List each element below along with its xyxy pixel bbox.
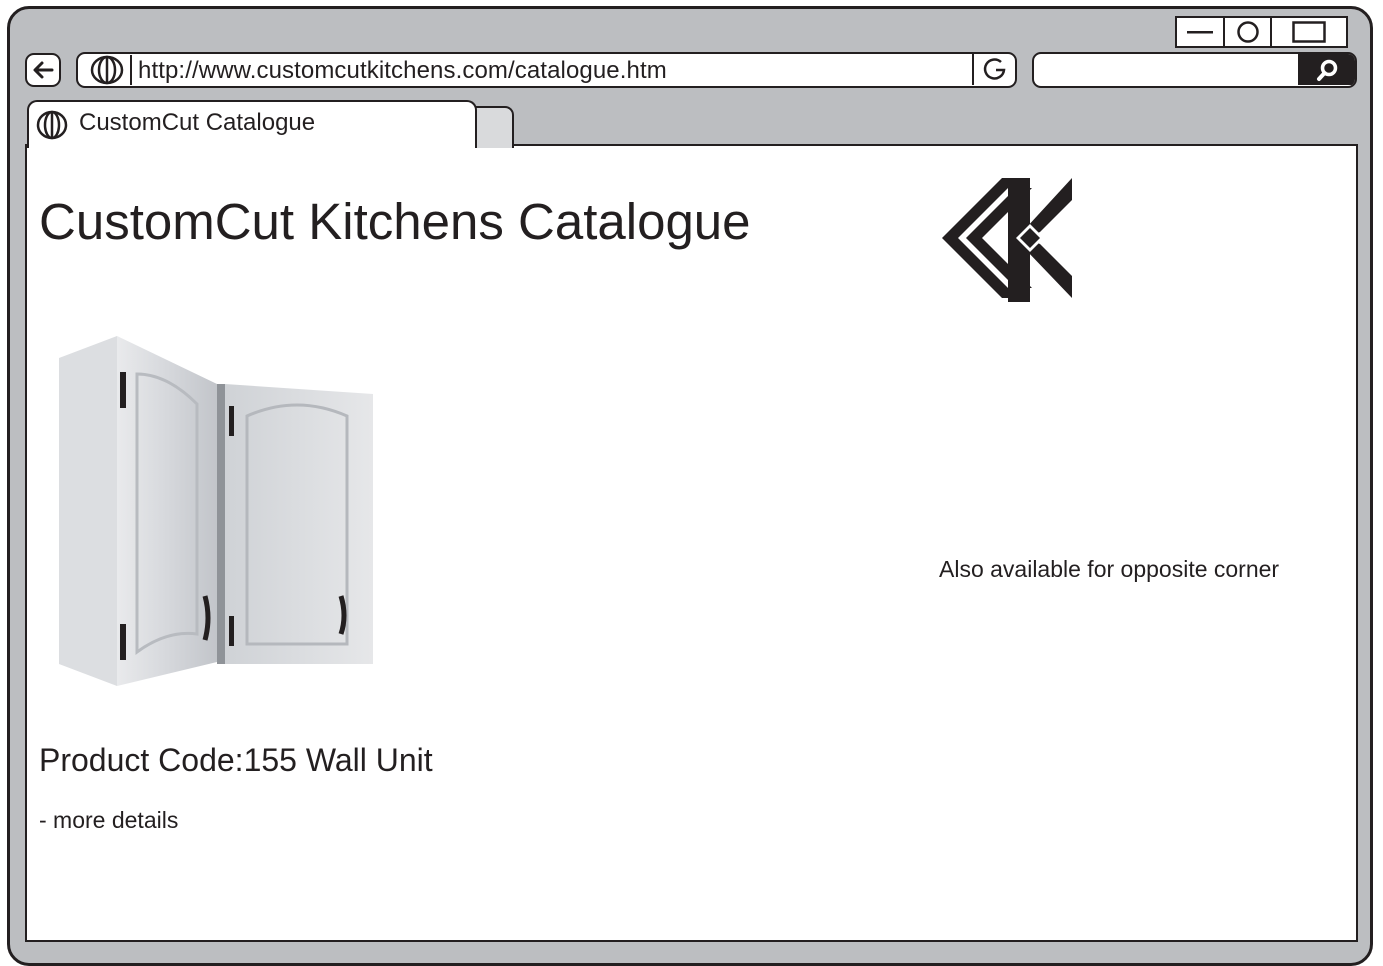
back-button[interactable] <box>25 53 61 87</box>
search-icon <box>1316 59 1337 81</box>
opposite-corner-note: Also available for opposite corner <box>939 556 1280 582</box>
new-tab-button[interactable] <box>474 106 514 148</box>
search-button[interactable] <box>1298 54 1355 85</box>
tab-label: CustomCut Catalogue <box>79 109 316 136</box>
maximize-button[interactable] <box>1270 16 1348 48</box>
minimize-button[interactable] <box>1175 16 1225 48</box>
globe-icon <box>36 110 68 140</box>
tab-customcut-catalogue[interactable]: CustomCut Catalogue <box>27 100 477 148</box>
url-text[interactable]: http://www.customcutkitchens.com/catalog… <box>138 57 667 85</box>
product-code: Product Code:155 Wall Unit <box>39 742 433 778</box>
reload-icon <box>983 57 1005 80</box>
restore-icon <box>1236 21 1259 43</box>
minimize-icon <box>1187 31 1213 34</box>
maximize-icon <box>1292 21 1326 43</box>
restore-button[interactable] <box>1222 16 1273 48</box>
search-box[interactable] <box>1032 52 1357 88</box>
customcut-kitchens-logo <box>942 178 1072 302</box>
globe-icon <box>84 55 132 85</box>
address-bar[interactable]: http://www.customcutkitchens.com/catalog… <box>76 52 1017 88</box>
page-content: CustomCut Kitchens Catalogue Also availa… <box>25 144 1358 942</box>
page-title: CustomCut Kitchens Catalogue <box>39 193 751 250</box>
window-controls <box>1175 16 1348 48</box>
more-details-link[interactable]: - more details <box>39 806 178 834</box>
reload-button[interactable] <box>972 54 1015 85</box>
search-input[interactable] <box>1040 54 1294 86</box>
back-arrow-icon <box>33 61 54 79</box>
product-image <box>59 336 373 686</box>
